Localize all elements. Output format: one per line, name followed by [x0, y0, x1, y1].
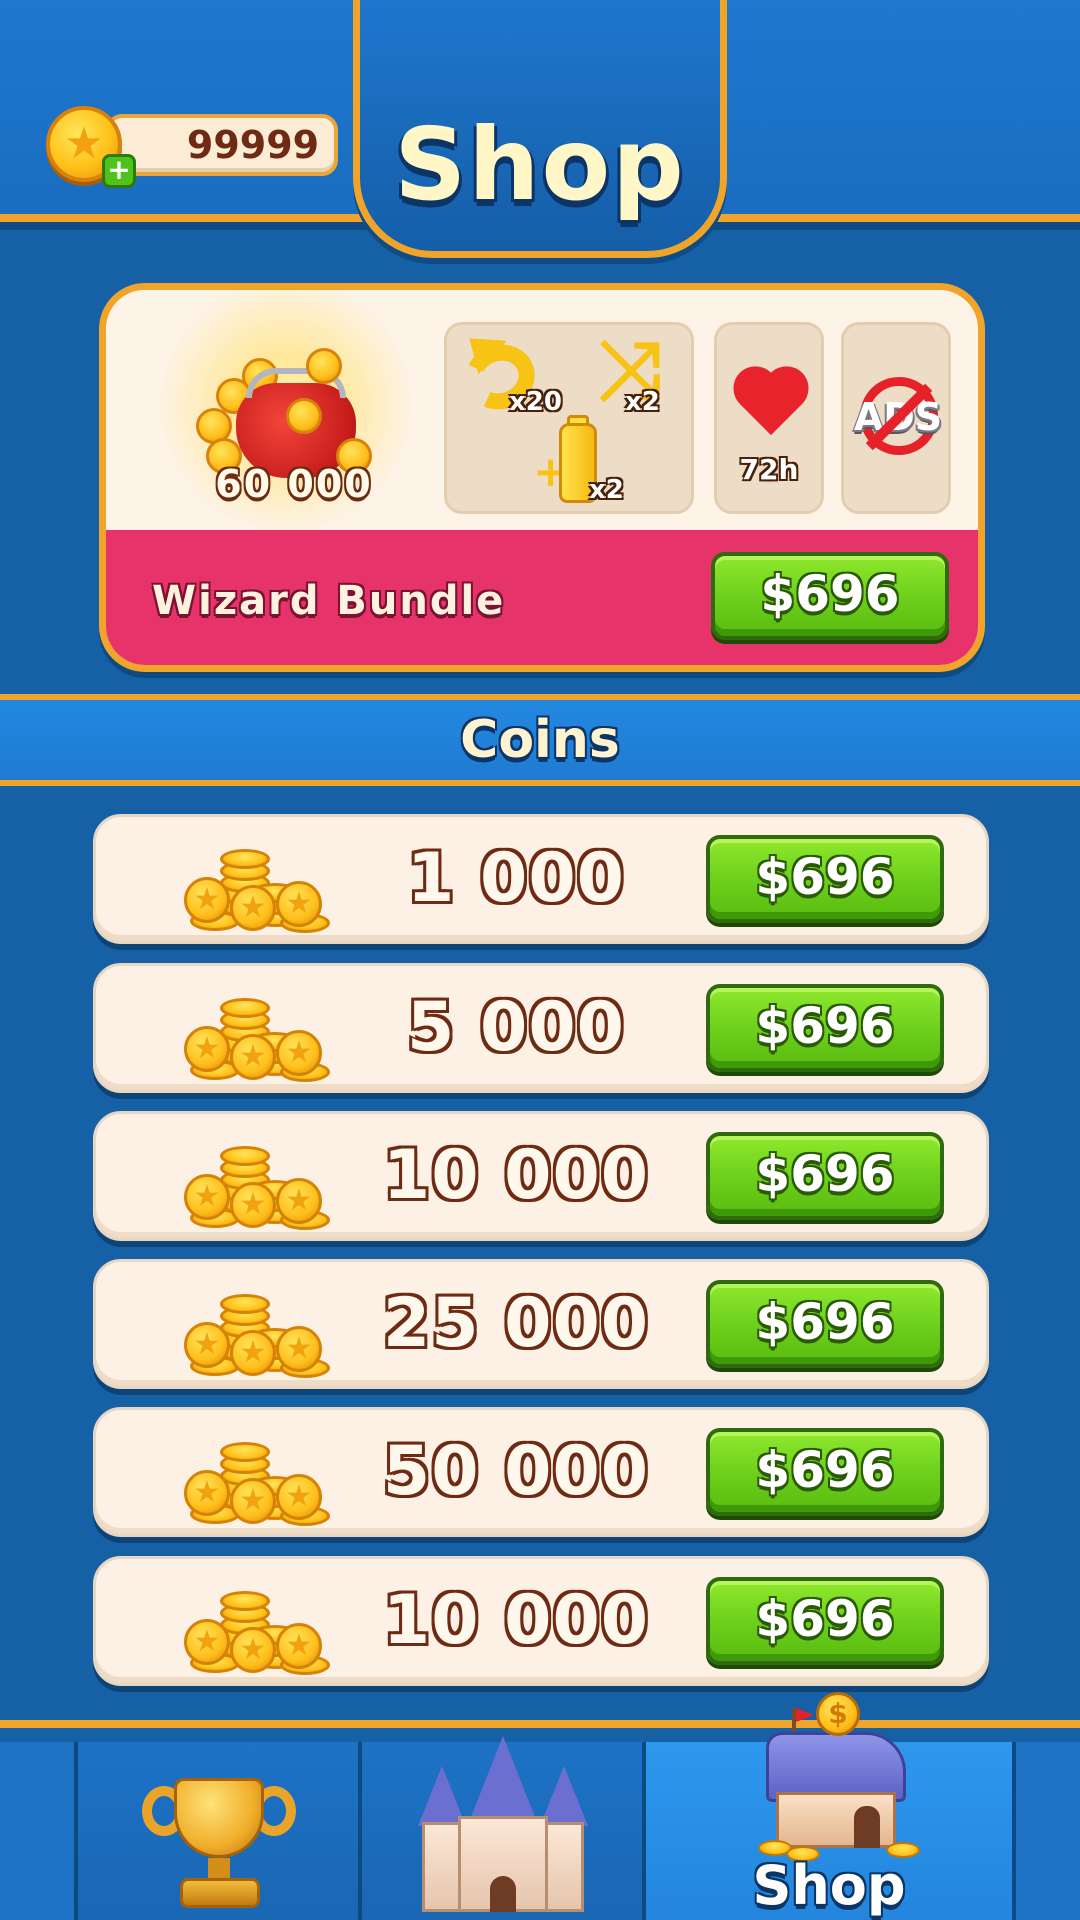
shop-house-icon: $ [746, 1692, 926, 1862]
coin-icon: ★ [184, 1322, 230, 1368]
coin-stack-icon: ★ ★ ★ [180, 976, 330, 1086]
trophy-base [180, 1878, 260, 1908]
coin-stack-icon: ★ ★ ★ [180, 1272, 330, 1382]
undo-multiplier: x20 [509, 387, 562, 417]
coin-pack-row: ★ ★ ★ 5 000 $696 [93, 963, 989, 1093]
pack-buy-button[interactable]: $696 [706, 984, 944, 1072]
bottle-multiplier: x2 [589, 475, 624, 505]
coin-pack-row: ★ ★ ★ 10 000 $696 [93, 1556, 989, 1686]
nav-edge [1016, 1742, 1080, 1920]
coin-icon: ★ [230, 885, 276, 931]
bottom-nav: $ Shop [0, 1692, 1080, 1920]
coin-stack-icon: ★ ★ ★ [180, 1420, 330, 1530]
nav-edge [0, 1742, 74, 1920]
bundle-price: $696 [760, 565, 900, 623]
shuffle-multiplier: x2 [625, 387, 660, 417]
pack-buy-button[interactable]: $696 [706, 1132, 944, 1220]
coin-stack-icon: ★ ★ ★ [180, 1569, 330, 1679]
coin-balance: 99999 [186, 123, 320, 167]
coin-icon: $ [816, 1692, 860, 1736]
coin-pack-row: ★ ★ ★ 50 000 $696 [93, 1407, 989, 1537]
coin-icon: ★ [230, 1182, 276, 1228]
coin-icon: ★ [184, 1174, 230, 1220]
pack-buy-button[interactable]: $696 [706, 1577, 944, 1665]
nav-tab-home[interactable] [358, 1736, 646, 1920]
coin-icon: ★ [276, 1474, 322, 1520]
coin-icon [286, 398, 322, 434]
no-ads-box: ADS [841, 322, 951, 514]
pack-amount: 1 000 [407, 839, 625, 918]
pack-price: $696 [755, 997, 895, 1055]
coin-pack-row: ★ ★ ★ 10 000 $696 [93, 1111, 989, 1241]
add-coins-button[interactable]: + [102, 154, 136, 188]
pack-amount: 5 000 [407, 988, 625, 1067]
pack-amount: 50 000 [382, 1432, 650, 1511]
coin-counter[interactable]: 99999 ★ + [46, 106, 338, 188]
pack-buy-button[interactable]: $696 [706, 1280, 944, 1368]
coin-icon: ★ [184, 1026, 230, 1072]
pack-price: $696 [755, 1590, 895, 1648]
bundle-coin-amount: 60 000 [215, 462, 373, 506]
page-title: Shop [394, 106, 686, 223]
nav-tab-label: Shop [752, 1854, 906, 1917]
no-ads-icon: ADS [850, 369, 946, 465]
pack-price: $696 [755, 848, 895, 906]
coin-icon [220, 1442, 270, 1462]
bundle-name: Wizard Bundle [152, 578, 506, 624]
pack-amount: 25 000 [382, 1284, 650, 1363]
castle-tower [422, 1822, 462, 1912]
coin-icon: ★ [276, 881, 322, 927]
pack-price: $696 [755, 1145, 895, 1203]
coin-icon [220, 1591, 270, 1611]
coin-icon: ★ [230, 1330, 276, 1376]
coin-icon [220, 998, 270, 1018]
coin-icon: ★ [230, 1627, 276, 1673]
coin-pack-row: ★ ★ ★ 1 000 $696 [93, 814, 989, 944]
nav-tab-shop[interactable]: $ Shop [642, 1692, 1016, 1920]
title-tab: Shop [353, 0, 727, 258]
pack-buy-button[interactable]: $696 [706, 835, 944, 923]
castle-door [490, 1876, 516, 1912]
lives-box: 72h [714, 322, 824, 514]
coin-pack-row: ★ ★ ★ 25 000 $696 [93, 1259, 989, 1389]
coin-counter-pill: 99999 [106, 114, 338, 176]
coin-icon: ★ [184, 1619, 230, 1665]
nav-tab-leaderboard[interactable] [74, 1742, 362, 1920]
coin-icon [306, 348, 342, 384]
wizard-bundle-card: 60 000 x20 ⤨ x2 + x2 72h ADS Wizard Bund… [99, 283, 985, 672]
house-door [854, 1806, 880, 1848]
coin-icon: ★ [276, 1326, 322, 1372]
coin-icon: ★ [184, 1470, 230, 1516]
pack-price: $696 [755, 1441, 895, 1499]
trophy-icon [128, 1770, 308, 1920]
coin-icon: ★ [184, 877, 230, 923]
pack-price: $696 [755, 1293, 895, 1351]
boosters-box: x20 ⤨ x2 + x2 [444, 321, 694, 514]
coin-icon [220, 849, 270, 869]
heart-icon [731, 369, 811, 449]
castle-icon [418, 1736, 588, 1920]
coin-stack-icon: ★ ★ ★ [180, 827, 330, 937]
coin-icon [220, 1146, 270, 1166]
coin-icon [220, 1294, 270, 1314]
bundle-contents: 60 000 x20 ⤨ x2 + x2 72h ADS [106, 290, 978, 530]
pack-amount: 10 000 [382, 1581, 650, 1660]
coin-stack-icon: ★ ★ ★ [180, 1124, 330, 1234]
pack-buy-button[interactable]: $696 [706, 1428, 944, 1516]
coin-icon: ★ [230, 1034, 276, 1080]
coins-section-header: Coins [0, 694, 1080, 786]
coin-icon: ★ [276, 1178, 322, 1224]
section-title: Coins [460, 710, 620, 770]
bundle-buy-button[interactable]: $696 [711, 552, 949, 640]
coin-icon: ★ [276, 1030, 322, 1076]
pack-amount: 10 000 [382, 1136, 650, 1215]
castle-roof [469, 1736, 537, 1822]
coin-icon: ★ [230, 1478, 276, 1524]
trophy-cup [174, 1778, 264, 1858]
lives-duration: 72h [739, 453, 799, 486]
coin-icon: ★ [276, 1623, 322, 1669]
castle-tower [544, 1822, 584, 1912]
